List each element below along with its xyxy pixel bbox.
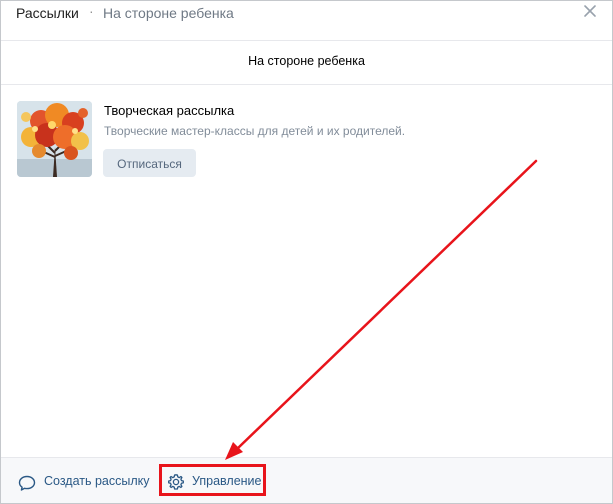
- mailing-thumbnail[interactable]: [17, 101, 92, 177]
- dialog-footer: Создать рассылку Управление: [1, 457, 612, 503]
- unsubscribe-button[interactable]: Отписаться: [103, 149, 196, 177]
- breadcrumb-root[interactable]: Рассылки: [16, 5, 79, 21]
- breadcrumb-separator: ·: [89, 3, 94, 19]
- create-mailing-link[interactable]: Создать рассылку: [44, 474, 150, 488]
- manage-link[interactable]: Управление: [192, 474, 262, 488]
- mailing-title[interactable]: Творческая рассылка: [104, 103, 234, 118]
- community-title-bar: На стороне ребенка: [1, 41, 612, 85]
- dialog-header: Рассылки · На стороне ребенка: [1, 1, 612, 41]
- autumn-tree-painting: [17, 101, 92, 177]
- settings-icon[interactable]: [167, 473, 185, 491]
- close-icon[interactable]: [583, 4, 597, 18]
- community-title: На стороне ребенка: [248, 54, 365, 68]
- breadcrumb-current: На стороне ребенка: [103, 5, 234, 21]
- mailing-dialog: Рассылки · На стороне ребенка На стороне…: [0, 0, 613, 504]
- mailing-description: Творческие мастер-классы для детей и их …: [104, 124, 406, 138]
- comment-icon[interactable]: [18, 474, 36, 492]
